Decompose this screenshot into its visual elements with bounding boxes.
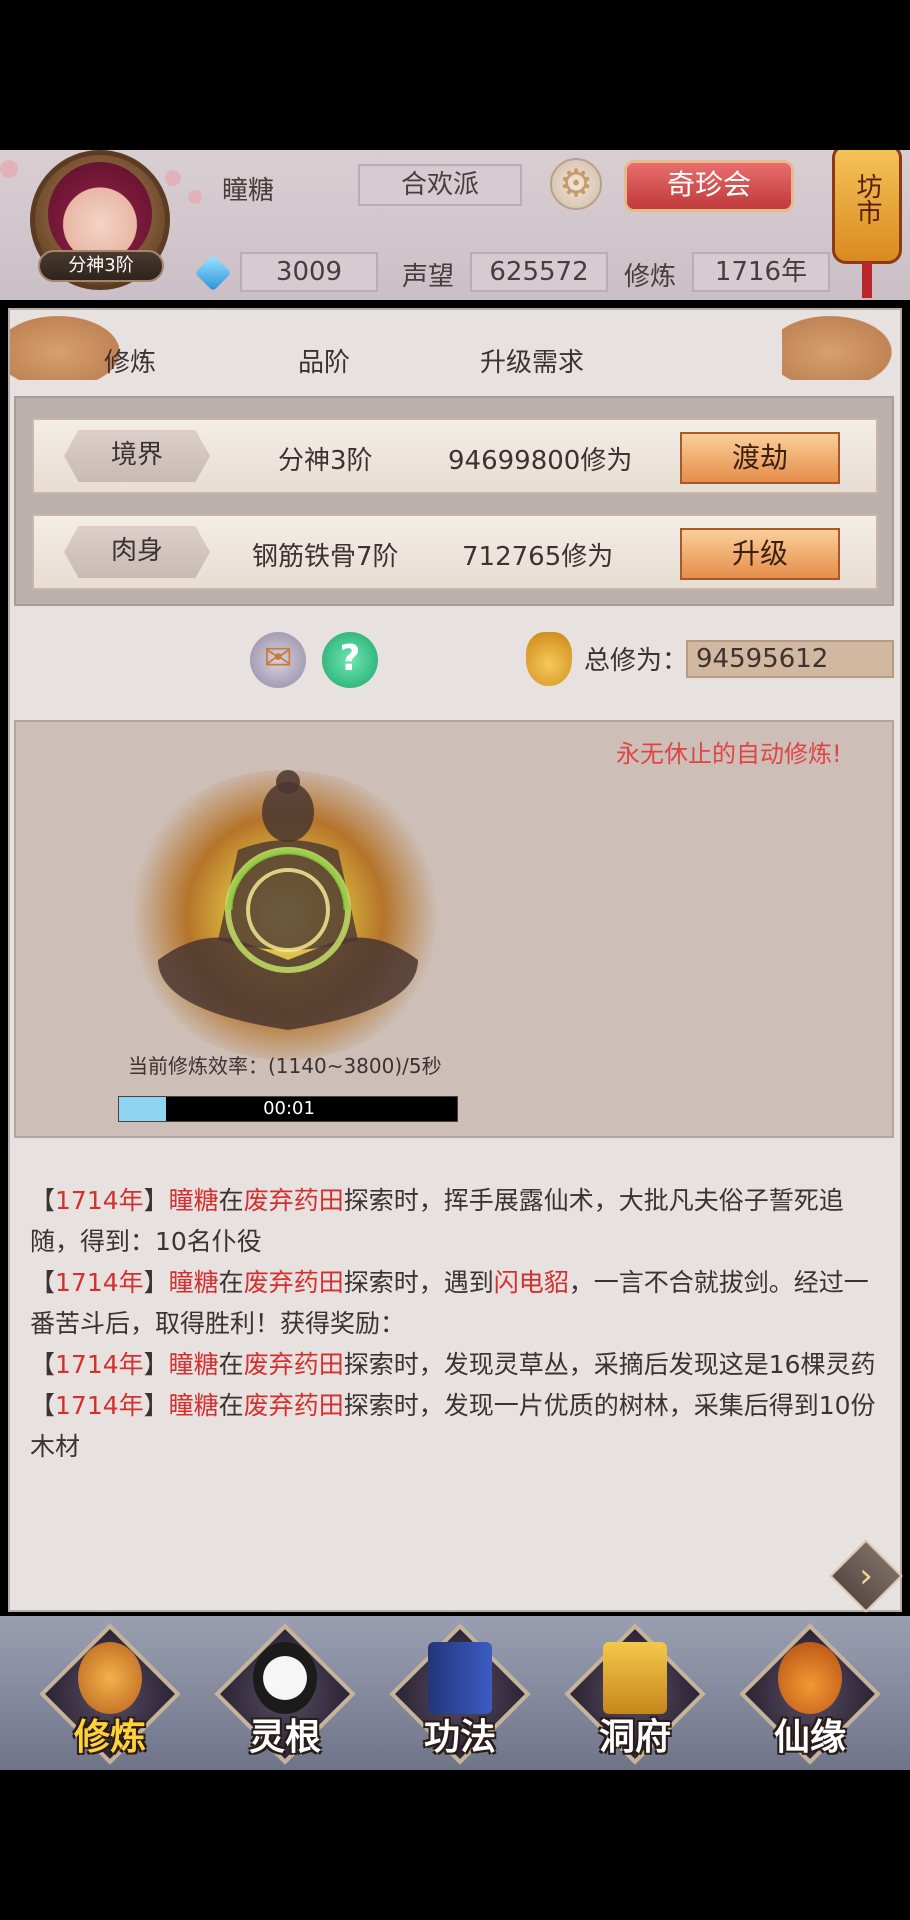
nav-cultivation[interactable]: 修炼	[39, 1623, 181, 1765]
total-cultivation-label: 总修为：	[584, 646, 689, 676]
log-text: 探索时，发现一片优质的树林，采集后得到10份木材	[30, 1391, 876, 1461]
money-bag-icon	[526, 632, 572, 686]
realm-grade: 分神3阶	[278, 446, 373, 476]
cultivation-progress-bar: 00:01	[118, 1096, 458, 1122]
cave-residence-icon	[603, 1642, 667, 1714]
exploration-log: 【1714年】瞳糖在废弃药田探索时，挥手展露仙术，大批凡夫俗子誓死追随，得到：1…	[30, 1180, 880, 1467]
spirit-root-icon	[253, 1642, 317, 1714]
nav-label: 灵根	[248, 1717, 321, 1758]
log-year: 1714年	[55, 1186, 144, 1215]
tribulation-button[interactable]: 渡劫	[680, 432, 840, 484]
auto-cultivation-slogan: 永无休止的自动修炼!	[616, 740, 842, 768]
technique-book-icon	[428, 1642, 492, 1714]
log-text: 探索时，遇到	[343, 1268, 494, 1297]
total-cultivation-value: 94595612	[686, 640, 894, 678]
log-entry: 【1714年】瞳糖在废弃药田探索时，遇到闪电貂，一言不合就拔剑。经过一番苦斗后，…	[30, 1268, 869, 1338]
realm-requirement: 94699800修为	[448, 446, 633, 476]
gem-count: 3009	[240, 252, 378, 292]
nav-label: 仙缘	[773, 1717, 846, 1758]
log-year: 1714年	[55, 1350, 144, 1379]
nav-fate[interactable]: 仙缘	[739, 1623, 881, 1765]
sect-name: 合欢派	[358, 164, 522, 206]
meditating-figure	[158, 770, 418, 1030]
game-screen: 分神3阶 瞳糖 合欢派 ⚙ 奇珍会 坊市 3009 声望 625572 修炼 1…	[0, 0, 910, 1920]
column-header-cultivation: 修炼	[104, 348, 157, 378]
upgrade-button[interactable]: 升级	[680, 528, 840, 580]
prestige-label: 声望	[402, 262, 455, 292]
cultivation-label: 修炼	[624, 262, 677, 292]
log-place: 废弃药田	[243, 1268, 344, 1297]
log-entry: 【1714年】瞳糖在废弃药田探索时，发现灵草丛，采摘后发现这是16棵灵药	[30, 1350, 876, 1379]
mail-icon[interactable]: ✉	[250, 632, 306, 688]
nav-spirit-root[interactable]: 灵根	[214, 1623, 356, 1765]
cultivation-rate: 当前修炼效率：(1140~3800)/5秒	[128, 1054, 442, 1078]
rank-badge: 分神3阶	[38, 250, 164, 282]
player-header: 分神3阶 瞳糖 合欢派 ⚙ 奇珍会 坊市 3009 声望 625572 修炼 1…	[0, 150, 910, 300]
body-tag: 肉身	[64, 526, 210, 578]
column-header-grade: 品阶	[298, 348, 351, 378]
bottom-nav: 修炼 灵根 功法 洞府 仙缘	[0, 1616, 910, 1770]
gourd-icon	[778, 1642, 842, 1714]
lantern-tassel	[862, 262, 872, 298]
log-text: 探索时，发现灵草丛，采摘后发现这是16棵灵药	[343, 1350, 876, 1379]
realm-row: 境界 分神3阶 94699800修为 渡劫	[32, 418, 878, 494]
player-name: 瞳糖	[222, 176, 275, 206]
prestige-value: 625572	[470, 252, 608, 292]
log-entry: 【1714年】瞳糖在废弃药田探索时，挥手展露仙术，大批凡夫俗子誓死追随，得到：1…	[30, 1186, 844, 1256]
progress-timer: 00:01	[263, 1098, 315, 1119]
log-player: 瞳糖	[168, 1350, 219, 1379]
nav-label: 洞府	[598, 1717, 671, 1758]
treasure-auction-button[interactable]: 奇珍会	[624, 160, 794, 212]
log-year: 1714年	[55, 1391, 144, 1420]
gear-icon[interactable]: ⚙	[550, 158, 602, 210]
cloud-ornament	[782, 310, 902, 380]
log-entry: 【1714年】瞳糖在废弃药田探索时，发现一片优质的树林，采集后得到10份木材	[30, 1391, 876, 1461]
log-player: 瞳糖	[168, 1186, 219, 1215]
log-enemy: 闪电貂	[493, 1268, 569, 1297]
log-place: 废弃药田	[243, 1186, 344, 1215]
market-label: 坊市	[852, 173, 882, 225]
body-grade: 钢筋铁骨7阶	[252, 542, 399, 572]
log-place: 废弃药田	[243, 1350, 344, 1379]
column-header-requirement: 升级需求	[480, 348, 585, 378]
log-place: 废弃药田	[243, 1391, 344, 1420]
realm-tag: 境界	[64, 430, 210, 482]
log-player: 瞳糖	[168, 1268, 219, 1297]
help-icon[interactable]: ?	[322, 632, 378, 688]
upgrade-rows: 境界 分神3阶 94699800修为 渡劫 肉身 钢筋铁骨7阶 712765修为…	[14, 396, 894, 606]
nav-technique[interactable]: 功法	[389, 1623, 531, 1765]
body-requirement: 712765修为	[462, 542, 614, 572]
cultivation-years: 1716年	[692, 252, 830, 292]
nav-label: 修炼	[73, 1717, 146, 1758]
log-player: 瞳糖	[168, 1391, 219, 1420]
chevron-right-icon[interactable]: ›	[846, 1552, 886, 1600]
nav-cave[interactable]: 洞府	[564, 1623, 706, 1765]
log-text: 探索时，挥手展露仙术，大批凡夫俗子誓死追随，得到：10名仆役	[30, 1186, 844, 1256]
gem-icon	[194, 254, 232, 292]
nav-label: 功法	[423, 1717, 496, 1758]
log-year: 1714年	[55, 1268, 144, 1297]
cultivation-icon	[78, 1642, 142, 1714]
market-lantern-button[interactable]: 坊市	[832, 150, 902, 264]
body-row: 肉身 钢筋铁骨7阶 712765修为 升级	[32, 514, 878, 590]
